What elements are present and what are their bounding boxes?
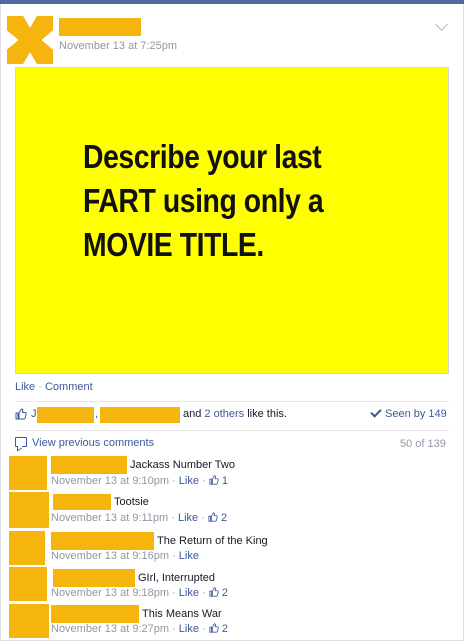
thumbs-up-icon (209, 475, 219, 485)
post-image[interactable]: Describe your last FART using only a MOV… (15, 67, 449, 374)
chevron-down-icon[interactable] (435, 18, 448, 31)
comment-time[interactable]: November 13 at 9:16pm (51, 550, 169, 562)
comment-meta: November 13 at 9:27pm · Like · 2 (51, 623, 228, 635)
thumbs-up-icon (15, 408, 27, 420)
like-link[interactable]: Like (15, 381, 35, 393)
thumbs-up-icon (208, 512, 218, 522)
comment-text: This Means War (142, 608, 222, 620)
comment-meta: November 13 at 9:16pm · Like (51, 550, 199, 562)
likes-others-link[interactable]: 2 others (204, 408, 244, 420)
comment-time[interactable]: November 13 at 9:27pm (51, 623, 169, 635)
commenter-name-redacted[interactable] (51, 456, 127, 474)
post-image-text: Describe your last FART using only a MOV… (83, 135, 324, 267)
seen-by-label: Seen by 149 (385, 408, 447, 420)
comment-like-link[interactable]: Like (178, 512, 198, 524)
comment-avatar[interactable] (9, 604, 49, 638)
commenter-name-redacted[interactable] (53, 494, 111, 510)
commenter-name-redacted[interactable] (53, 569, 135, 587)
comment-avatar[interactable] (9, 492, 49, 528)
liker-name-redacted[interactable] (100, 407, 180, 423)
thumbs-up-icon (209, 587, 219, 597)
comment-text: GIrl, Interrupted (138, 572, 216, 584)
divider (15, 401, 449, 402)
comment-like-count[interactable]: 2 (209, 623, 228, 635)
comment-like-link[interactable]: Like (179, 623, 199, 635)
comma: , (95, 408, 99, 420)
comment-likes-number: 1 (221, 475, 228, 487)
comment-like-count[interactable]: 2 (208, 512, 227, 524)
view-previous-label: View previous comments (32, 437, 155, 449)
post-actions: Like · Comment (15, 381, 93, 393)
comment-text: Tootsie (114, 496, 149, 508)
post-card: November 13 at 7:25pm Describe your last… (0, 4, 464, 641)
view-previous-comments[interactable]: View previous comments (15, 437, 154, 449)
comment-likes-number: 2 (221, 587, 228, 599)
comment-like-count[interactable]: 1 (209, 475, 228, 487)
image-text-line: MOVIE TITLE. (83, 226, 264, 263)
commenter-name-redacted[interactable] (51, 532, 154, 550)
comment-like-link[interactable]: Like (179, 550, 199, 562)
likes-and-text: and (183, 408, 202, 420)
likes-suffix: like this. (247, 408, 287, 420)
commenter-name-redacted[interactable] (51, 605, 139, 623)
comment-meta: November 13 at 9:10pm · Like · 1 (51, 475, 228, 487)
check-icon (370, 406, 382, 418)
author-avatar[interactable] (7, 16, 53, 64)
comment-time[interactable]: November 13 at 9:10pm (51, 475, 169, 487)
comment-text: The Return of the King (157, 535, 268, 547)
comment-likes-number: 2 (221, 623, 228, 635)
seen-by[interactable]: Seen by 149 (370, 406, 447, 420)
author-name-redacted[interactable] (59, 18, 141, 36)
comment-time[interactable]: November 13 at 9:18pm (51, 587, 169, 599)
comment-like-count[interactable]: 2 (209, 587, 228, 599)
image-text-line: Describe your last (83, 138, 322, 175)
comment-avatar[interactable] (9, 567, 47, 601)
comment-link[interactable]: Comment (45, 381, 93, 393)
image-text-line: FART using only a (83, 182, 324, 219)
comment-avatar[interactable] (9, 456, 47, 490)
likes-summary: and 2 others like this. (183, 408, 287, 420)
comment-meta: November 13 at 9:11pm · Like · 2 (51, 512, 228, 524)
comment-text: Jackass Number Two (130, 459, 235, 471)
post-timestamp[interactable]: November 13 at 7:25pm (59, 40, 177, 52)
comment-time[interactable]: November 13 at 9:11pm (51, 512, 168, 524)
comment-like-link[interactable]: Like (179, 475, 199, 487)
comments-count: 50 of 139 (400, 438, 446, 450)
comment-meta: November 13 at 9:18pm · Like · 2 (51, 587, 228, 599)
comment-likes-number: 2 (221, 512, 228, 524)
divider (15, 430, 449, 431)
thumbs-up-icon (209, 623, 219, 633)
comment-bubble-icon (15, 437, 27, 447)
comment-like-link[interactable]: Like (179, 587, 199, 599)
liker-initial[interactable]: J (31, 408, 37, 420)
comment-avatar[interactable] (9, 531, 45, 565)
separator-dot: · (35, 381, 45, 393)
liker-name-redacted[interactable] (37, 407, 94, 423)
